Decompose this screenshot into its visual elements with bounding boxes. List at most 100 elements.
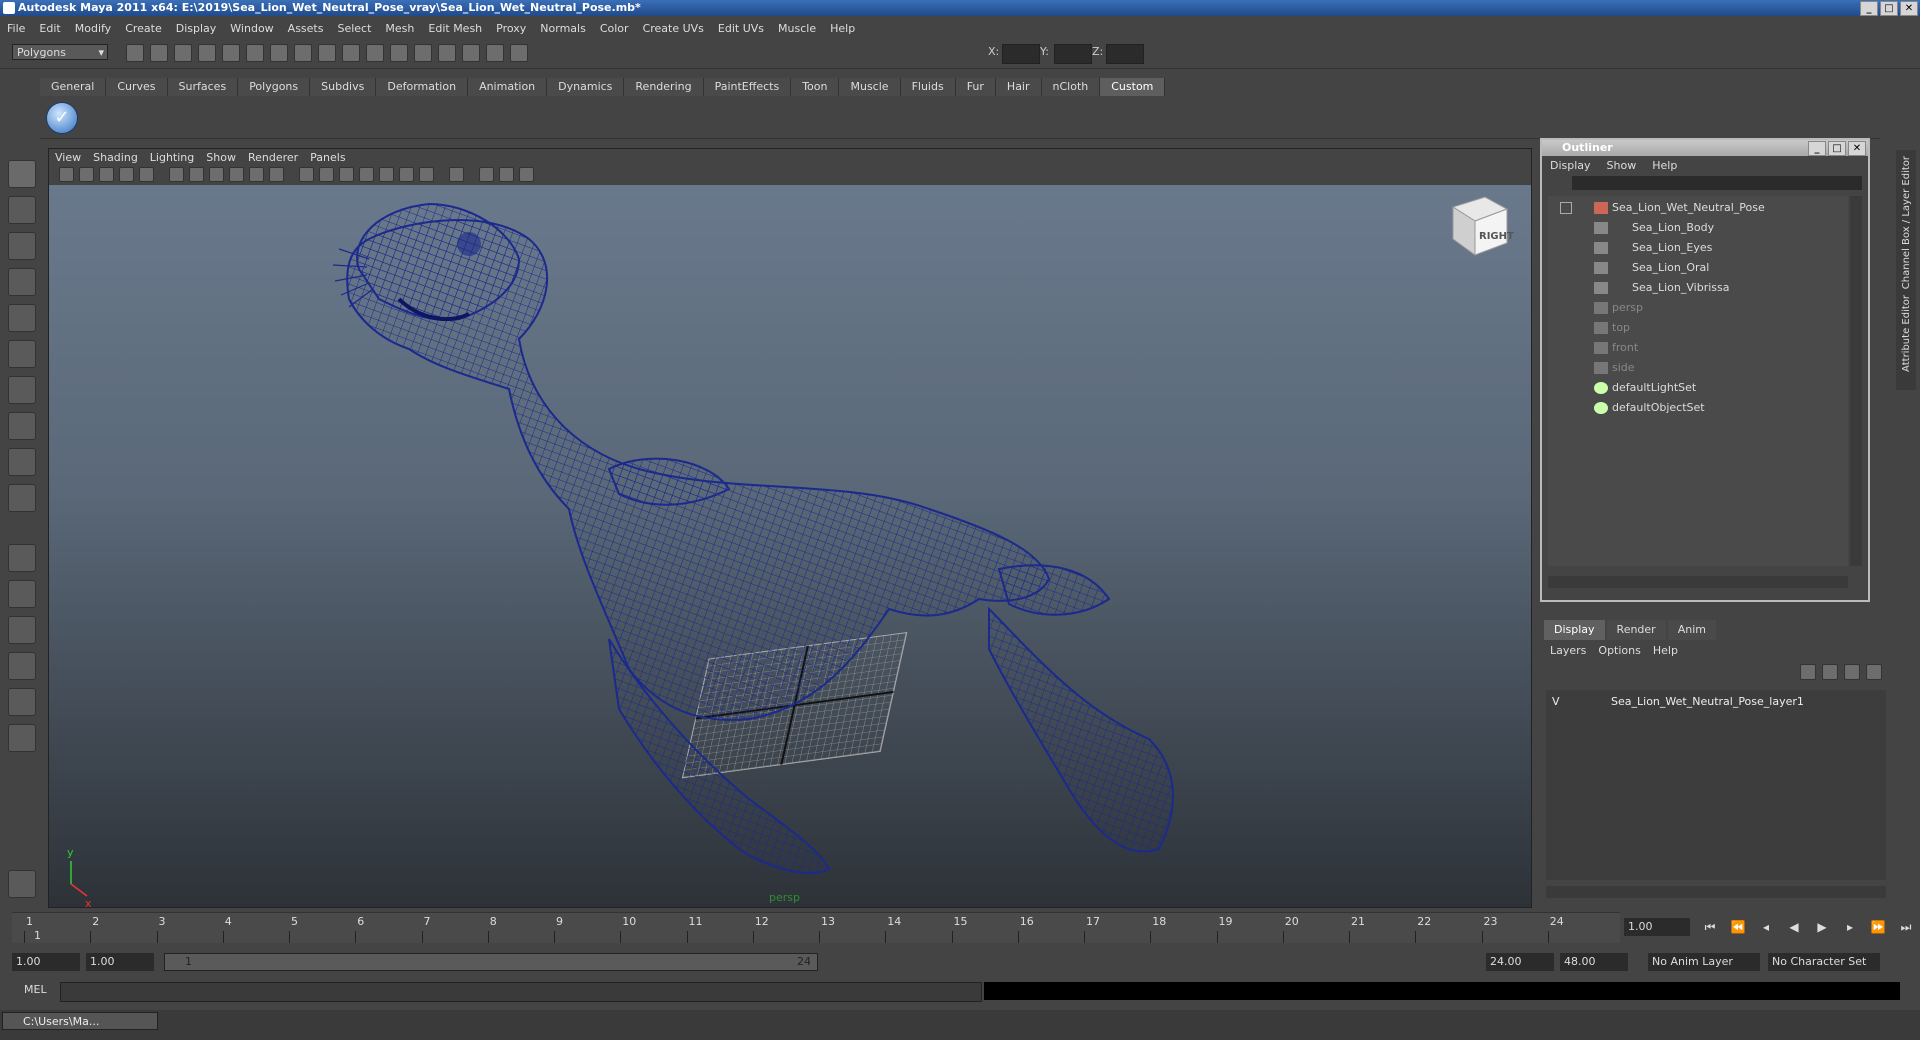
layer-menu-help[interactable]: Help [1647,644,1684,657]
show-manipulator-icon[interactable] [8,448,36,476]
check-icon[interactable]: ✓ [46,102,78,134]
graph-persp-layout-icon[interactable] [8,652,36,680]
soft-mod-tool-icon[interactable] [8,412,36,440]
outliner-item[interactable]: Sea_Lion_Vibrissa [1548,278,1848,298]
go-to-end-icon[interactable]: ⏭ [1896,918,1916,936]
outliner-close-button[interactable]: ✕ [1848,141,1866,156]
outliner-item[interactable]: Sea_Lion_Oral [1548,258,1848,278]
menu-set-dropdown[interactable]: Polygons [12,44,108,61]
start-time-field[interactable]: 1.00 [12,953,80,971]
layer-horizontal-scrollbar[interactable] [1546,886,1886,898]
layer-menu-layers[interactable]: Layers [1544,644,1592,657]
input-box-icon[interactable] [510,44,528,62]
snap-grid-icon[interactable] [270,44,288,62]
menu-mesh[interactable]: Mesh [378,22,421,35]
z-field[interactable] [1106,44,1144,64]
outliner-item[interactable]: side [1548,358,1848,378]
layer-tab-anim[interactable]: Anim [1667,620,1716,640]
minimize-button[interactable]: _ [1860,1,1878,16]
outliner-menu-help[interactable]: Help [1644,159,1685,172]
menu-color[interactable]: Color [593,22,636,35]
move-layer-down-icon[interactable] [1822,664,1838,680]
save-scene-icon[interactable] [174,44,192,62]
make-live-icon[interactable] [366,44,384,62]
layer-row[interactable]: V Sea_Lion_Wet_Neutral_Pose_layer1 [1552,692,1804,712]
range-slider[interactable]: 1 24 [164,953,818,971]
menu-edit-mesh[interactable]: Edit Mesh [421,22,489,35]
hypershade-icon[interactable] [486,44,504,62]
command-language-label[interactable]: MEL [24,983,47,996]
shelf-tab-custom[interactable]: Custom [1100,78,1166,96]
x-field[interactable] [1002,44,1040,64]
paint-select-tool-icon[interactable] [8,232,36,260]
new-layer-icon[interactable] [1844,664,1860,680]
shelf-tab-animation[interactable]: Animation [468,78,548,96]
shelf-tab-general[interactable]: General [40,78,107,96]
sea-lion-wireframe-model[interactable]: y x [49,149,1532,908]
shelf-tab-polygons[interactable]: Polygons [238,78,311,96]
outliner-item[interactable]: Sea_Lion_Eyes [1548,238,1848,258]
move-tool-icon[interactable] [8,268,36,296]
snap-curve-icon[interactable] [294,44,312,62]
shelf-tab-rendering[interactable]: Rendering [624,78,704,96]
play-backward-icon[interactable]: ◀ [1784,918,1804,936]
character-set-dropdown[interactable]: No Character Set [1768,953,1880,971]
menu-edit[interactable]: Edit [32,22,67,35]
new-layer-from-selection-icon[interactable] [1866,664,1882,680]
outliner-minimize-button[interactable]: _ [1808,141,1826,156]
rotate-tool-icon[interactable] [8,304,36,332]
current-frame-field[interactable]: 1.00 [1624,918,1690,936]
step-back-key-icon[interactable]: ⏪ [1728,918,1748,936]
menu-edit-uvs[interactable]: Edit UVs [711,22,771,35]
shelf-tab-toon[interactable]: Toon [791,78,840,96]
command-input[interactable] [60,982,982,1002]
outliner-item[interactable]: Sea_Lion_Wet_Neutral_Pose [1548,198,1848,218]
lasso-tool-icon[interactable] [8,196,36,224]
select-hierarchy-icon[interactable] [198,44,216,62]
shelf-tab-muscle[interactable]: Muscle [839,78,901,96]
hypershade-persp-layout-icon[interactable] [8,688,36,716]
manipulator-tool-icon[interactable] [8,376,36,404]
outliner-item[interactable]: Sea_Lion_Body [1548,218,1848,238]
open-scene-icon[interactable] [150,44,168,62]
select-component-icon[interactable] [246,44,264,62]
outliner-filter-input[interactable] [1572,176,1862,190]
layer-tab-display[interactable]: Display [1544,620,1605,640]
outliner-menu-show[interactable]: Show [1599,159,1645,172]
render-settings-icon[interactable] [462,44,480,62]
play-forward-icon[interactable]: ▶ [1812,918,1832,936]
outliner-item[interactable]: persp [1548,298,1848,318]
layer-menu-options[interactable]: Options [1592,644,1646,657]
y-field[interactable] [1054,44,1092,64]
shelf-tab-curves[interactable]: Curves [106,78,168,96]
graph-layout-icon[interactable] [8,724,36,752]
outliner-vertical-scrollbar[interactable] [1850,196,1862,566]
menu-display[interactable]: Display [169,22,224,35]
view-cube[interactable]: RIGHT [1445,189,1515,259]
menu-select[interactable]: Select [330,22,378,35]
select-object-icon[interactable] [222,44,240,62]
maximize-button[interactable]: □ [1880,1,1898,16]
menu-create[interactable]: Create [118,22,169,35]
new-scene-icon[interactable] [126,44,144,62]
outliner-item[interactable]: top [1548,318,1848,338]
step-forward-frame-icon[interactable]: ▸ [1840,918,1860,936]
attribute-editor-tab[interactable]: Attribute Editor [1901,295,1912,372]
shelf-tab-fur[interactable]: Fur [955,78,996,96]
outliner-item[interactable]: defaultObjectSet [1548,398,1848,418]
layer-visibility-toggle[interactable]: V [1552,695,1560,708]
outliner-item[interactable]: front [1548,338,1848,358]
menu-window[interactable]: Window [223,22,280,35]
history-icon[interactable] [390,44,408,62]
minimized-window-item[interactable]: C:\Users\Ma... [2,1012,158,1030]
menu-assets[interactable]: Assets [281,22,331,35]
snap-plane-icon[interactable] [342,44,360,62]
layer-tab-render[interactable]: Render [1606,620,1666,640]
outliner-persp-layout-icon[interactable] [8,616,36,644]
snap-point-icon[interactable] [318,44,336,62]
four-pane-layout-icon[interactable] [8,580,36,608]
menu-normals[interactable]: Normals [533,22,593,35]
step-forward-key-icon[interactable]: ⏩ [1868,918,1888,936]
outliner-menu-display[interactable]: Display [1542,159,1599,172]
last-tool-icon[interactable] [8,484,36,512]
